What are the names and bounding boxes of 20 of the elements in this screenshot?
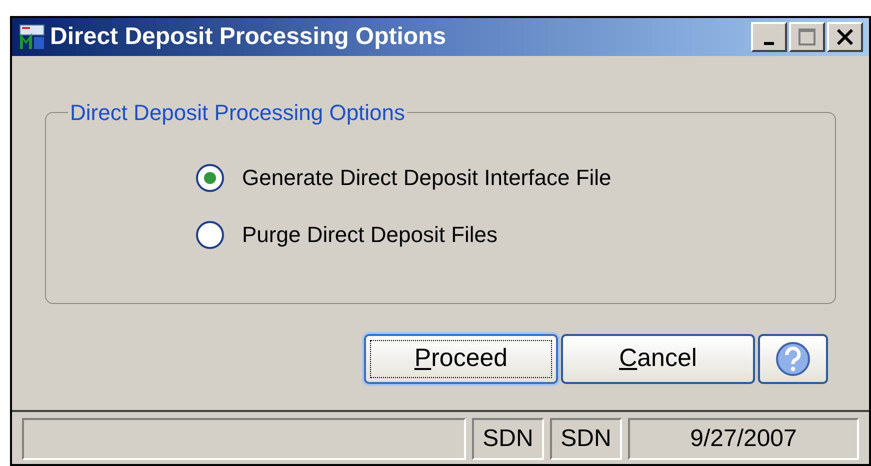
help-button[interactable] [758, 334, 828, 384]
group-title: Direct Deposit Processing Options [69, 99, 406, 127]
help-icon [775, 341, 811, 377]
close-button[interactable] [827, 22, 863, 52]
cancel-button[interactable]: Cancel [561, 334, 755, 384]
radio-button[interactable] [196, 220, 224, 248]
radio-option[interactable]: Generate Direct Deposit Interface File [196, 161, 815, 194]
close-icon [836, 29, 854, 45]
status-panel: SDN [472, 418, 544, 460]
status-panel: 9/27/2007 [628, 418, 859, 460]
maximize-icon [798, 28, 816, 46]
window-title: Direct Deposit Processing Options [50, 22, 446, 52]
app-icon [18, 23, 46, 51]
minimize-icon [764, 42, 774, 44]
radio-option[interactable]: Purge Direct Deposit Files [196, 218, 815, 251]
status-panel: SDN [550, 418, 622, 460]
maximize-button[interactable] [789, 22, 825, 52]
minimize-button[interactable] [751, 22, 787, 52]
proceed-button[interactable]: Proceed [364, 334, 558, 384]
radio-button[interactable] [196, 164, 224, 192]
